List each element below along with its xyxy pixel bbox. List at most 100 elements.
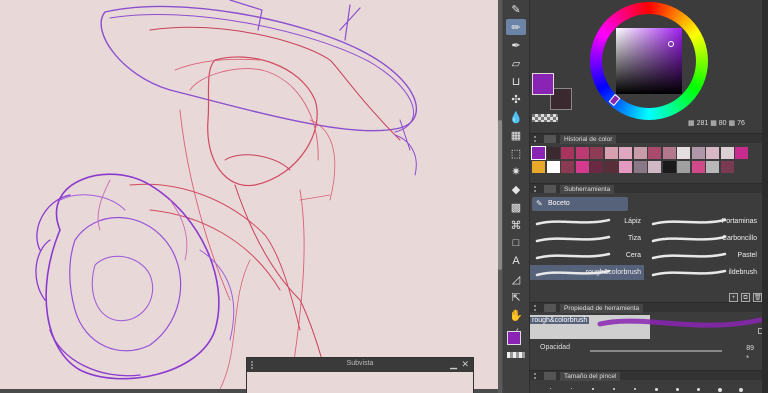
brush-size-dot[interactable] (697, 388, 701, 392)
subtool-tab-icon[interactable] (544, 185, 556, 193)
gradient-icon[interactable]: ▩ (506, 199, 526, 215)
fill-icon[interactable]: ◆ (506, 181, 526, 197)
color-swatch[interactable] (619, 161, 632, 173)
ruler-icon[interactable]: ◿ (506, 271, 526, 287)
color-swatch[interactable] (720, 147, 734, 159)
brush-size-dot[interactable] (634, 388, 637, 391)
color-swatch[interactable] (691, 147, 705, 159)
color-swatch[interactable] (633, 161, 647, 173)
brush-size-dot[interactable] (592, 388, 594, 390)
drag-grip-icon[interactable] (534, 136, 540, 142)
color-swatch[interactable] (677, 161, 690, 173)
color-swatch[interactable] (677, 147, 690, 159)
subtool-group-tab[interactable]: ✎ Boceto (532, 197, 628, 211)
duplicate-subtool-icon[interactable]: ⧉ (741, 293, 750, 302)
brush-size-dot[interactable] (739, 388, 744, 393)
brush-size-header[interactable]: Tamaño del pincel (530, 370, 762, 381)
color-swatch[interactable] (561, 147, 574, 159)
brush-item[interactable]: Carboncillo (646, 231, 760, 246)
color-swatch[interactable] (691, 161, 705, 173)
drawing-canvas[interactable] (0, 0, 498, 389)
brush-item[interactable]: Lápiz (530, 214, 644, 229)
color-swatch[interactable] (590, 161, 603, 173)
hue-ring[interactable] (590, 2, 708, 120)
add-subtool-icon[interactable]: + (729, 293, 738, 302)
move-layer-icon[interactable]: ⇱ (506, 289, 526, 305)
fountain-pen-icon[interactable]: ✒ (506, 37, 526, 53)
settings-icon[interactable]: ◔ (744, 352, 749, 362)
brush-item[interactable]: ildebrush (646, 265, 760, 280)
saturation-value-square[interactable] (616, 28, 682, 94)
lasso-icon[interactable]: ⌘ (506, 217, 526, 233)
color-history-header[interactable]: Historial de color (530, 133, 762, 144)
color-swatch[interactable] (590, 147, 603, 159)
drag-grip-icon[interactable] (534, 373, 540, 379)
hand-icon[interactable]: ✋ (506, 307, 526, 323)
main-color-chip[interactable] (532, 73, 554, 95)
tool-property-header[interactable]: Propiedad de herramienta (530, 302, 762, 313)
drag-grip-icon[interactable] (534, 186, 540, 192)
color-swatch[interactable] (648, 161, 661, 173)
minimize-icon[interactable]: ▁ (450, 359, 457, 370)
brush-size-dot[interactable] (571, 388, 573, 390)
close-icon[interactable]: ✕ (461, 359, 469, 370)
brush-item[interactable]: Cera (530, 248, 644, 263)
airbrush-icon[interactable]: ✣ (506, 91, 526, 107)
rectangle-icon[interactable]: □ (506, 235, 526, 251)
brush-size-dot[interactable] (655, 388, 658, 391)
scrollbar-thumb[interactable] (498, 120, 502, 270)
canvas-vertical-scrollbar[interactable] (498, 0, 502, 393)
toolbar-transparent-color[interactable] (507, 352, 525, 358)
color-swatch[interactable] (619, 147, 632, 159)
color-swatch[interactable] (706, 161, 719, 173)
brush-size-dot[interactable] (613, 388, 616, 391)
subtool-header[interactable]: Subherramienta (530, 183, 762, 194)
transparent-color-chip[interactable] (532, 114, 558, 122)
pencil-icon[interactable]: ✏ (506, 19, 526, 35)
palette-tab-icon[interactable] (544, 135, 556, 143)
brush-size-dot[interactable] (676, 388, 680, 392)
eraser-icon[interactable]: ▱ (506, 55, 526, 71)
opacity-slider[interactable] (590, 350, 722, 352)
brush-item[interactable]: Portaminas (646, 214, 760, 229)
brush-item[interactable]: Pastel (646, 248, 760, 263)
grid-icon[interactable]: ▦ (506, 127, 526, 143)
brush-size-tab-icon[interactable] (544, 372, 556, 380)
color-swatch[interactable] (604, 161, 618, 173)
delete-subtool-icon[interactable]: 🗑 (753, 293, 762, 302)
brush-size-dot[interactable] (718, 388, 722, 392)
color-swatch[interactable] (604, 147, 618, 159)
brush-label: Carboncillo (721, 235, 757, 242)
color-swatch[interactable] (648, 147, 661, 159)
color-swatch[interactable] (546, 161, 560, 173)
brush-item[interactable]: Tiza (530, 231, 644, 246)
color-swatch[interactable] (575, 161, 589, 173)
toolbar-main-color[interactable] (507, 331, 521, 345)
color-swatch[interactable] (735, 161, 748, 173)
subview-canvas-preview[interactable] (247, 372, 473, 393)
color-swatch[interactable] (531, 146, 546, 160)
color-swatch[interactable] (706, 147, 719, 159)
dashed-select-icon[interactable]: ⬚ (506, 145, 526, 161)
color-swatch[interactable] (532, 161, 545, 173)
subview-titlebar[interactable]: Subvista ▁ ✕ (247, 358, 473, 372)
color-swatch[interactable] (633, 147, 647, 159)
opacity-value[interactable]: 89 (746, 345, 754, 352)
color-swatch[interactable] (662, 161, 676, 173)
drag-grip-icon[interactable] (534, 305, 540, 311)
tool-property-tab-icon[interactable] (544, 304, 556, 312)
pen-tip-icon[interactable]: ✎ (506, 1, 526, 17)
sv-cursor[interactable] (668, 41, 674, 47)
color-swatch[interactable] (561, 161, 574, 173)
brush-size-dot[interactable] (550, 388, 551, 389)
text-icon[interactable]: A (506, 253, 526, 269)
color-swatch[interactable] (575, 147, 589, 159)
magic-wand-icon[interactable]: ✷ (506, 163, 526, 179)
color-swatch[interactable] (662, 147, 676, 159)
brush-item[interactable]: rough&colorbrush (530, 265, 644, 280)
color-swatch[interactable] (720, 161, 734, 173)
fill-bucket-icon[interactable]: ⊔ (506, 73, 526, 89)
blend-drop-icon[interactable]: 💧 (506, 109, 526, 125)
color-swatch[interactable] (735, 147, 748, 159)
color-swatch[interactable] (546, 147, 560, 159)
